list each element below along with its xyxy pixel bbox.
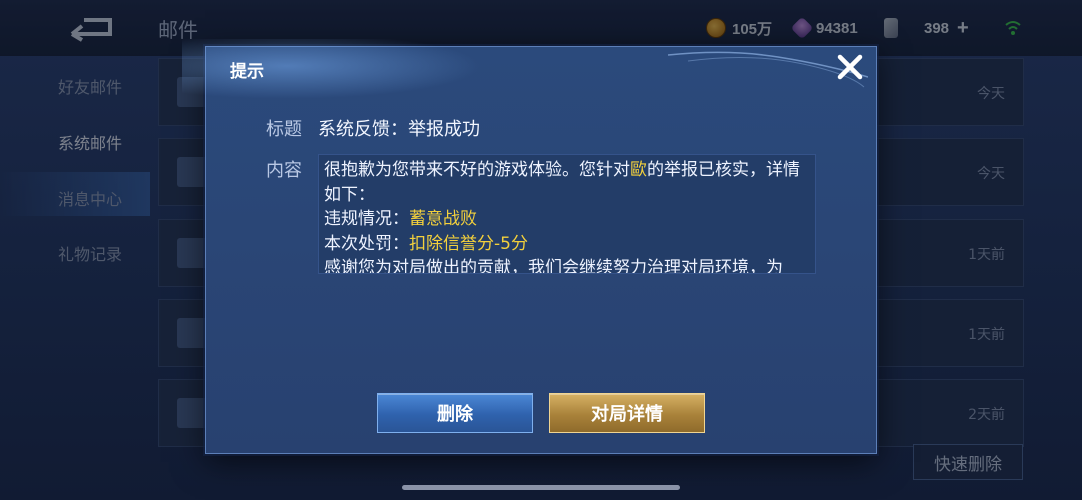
content-label: 内容 [266, 160, 302, 181]
mail-time: 1天前 [968, 247, 1005, 263]
wifi-icon [1005, 21, 1021, 35]
header-glow [182, 39, 482, 99]
add-ticket-button[interactable]: + [957, 17, 969, 40]
coin-icon [706, 18, 726, 38]
mail-time: 2天前 [968, 407, 1005, 423]
content-paragraph: 很抱歉为您带来不好的游戏体验。您针对歐的举报已核实，详情如下： [324, 160, 800, 205]
mail-time: 今天 [977, 166, 1005, 182]
coin-counter: 105万 [706, 17, 772, 39]
violation-value: 蓄意战败 [409, 209, 477, 229]
gem-counter: 94381 [790, 16, 858, 40]
coin-amount: 105万 [732, 20, 773, 38]
back-arrow-icon [70, 18, 112, 42]
subject-value: 系统反馈：举报成功 [318, 119, 480, 140]
match-detail-button[interactable]: 对局详情 [549, 393, 705, 433]
content-scroll-area[interactable]: 很抱歉为您带来不好的游戏体验。您针对歐的举报已核实，详情如下： 违规情况：蓄意战… [318, 154, 816, 274]
mail-time: 今天 [977, 86, 1005, 102]
reported-player-name: 歐 [630, 160, 647, 180]
home-indicator[interactable] [402, 485, 680, 490]
ticket-amount: 398 [924, 19, 950, 37]
nav-item-message-center[interactable]: 消息中心 [58, 186, 122, 210]
penalty-line: 本次处罚：扣除信誉分-5分 [324, 233, 528, 254]
notice-dialog: 提示 标题 系统反馈：举报成功 内容 很抱歉为您带来不好的游戏体验。您针对歐的举… [182, 39, 877, 454]
ticket-counter: 398 + [884, 17, 969, 39]
subject-label: 标题 [266, 119, 302, 140]
gem-amount: 94381 [816, 19, 858, 37]
mail-time: 1天前 [968, 327, 1005, 343]
page-title: 邮件 [158, 18, 198, 42]
penalty-value: 扣除信誉分-5分 [409, 233, 528, 254]
close-icon [837, 54, 863, 80]
quick-delete-button[interactable]: 快速删除 [913, 444, 1023, 480]
delete-button[interactable]: 删除 [377, 393, 533, 433]
close-button[interactable] [836, 53, 864, 81]
ticket-icon [884, 18, 898, 38]
nav-item-gift-records[interactable]: 礼物记录 [58, 241, 122, 265]
dialog-title: 提示 [230, 62, 264, 82]
side-nav: 好友邮件 系统邮件 消息中心 礼物记录 [0, 56, 156, 500]
nav-item-system-mail[interactable]: 系统邮件 [58, 130, 122, 154]
violation-line: 违规情况：蓄意战败 [324, 209, 477, 229]
nav-item-friend-mail[interactable]: 好友邮件 [58, 74, 122, 98]
gem-icon [790, 16, 814, 40]
back-button[interactable] [66, 12, 116, 42]
thanks-line: 感谢您为对局做出的贡献，我们会继续努力治理对局环境，为 [324, 258, 783, 274]
